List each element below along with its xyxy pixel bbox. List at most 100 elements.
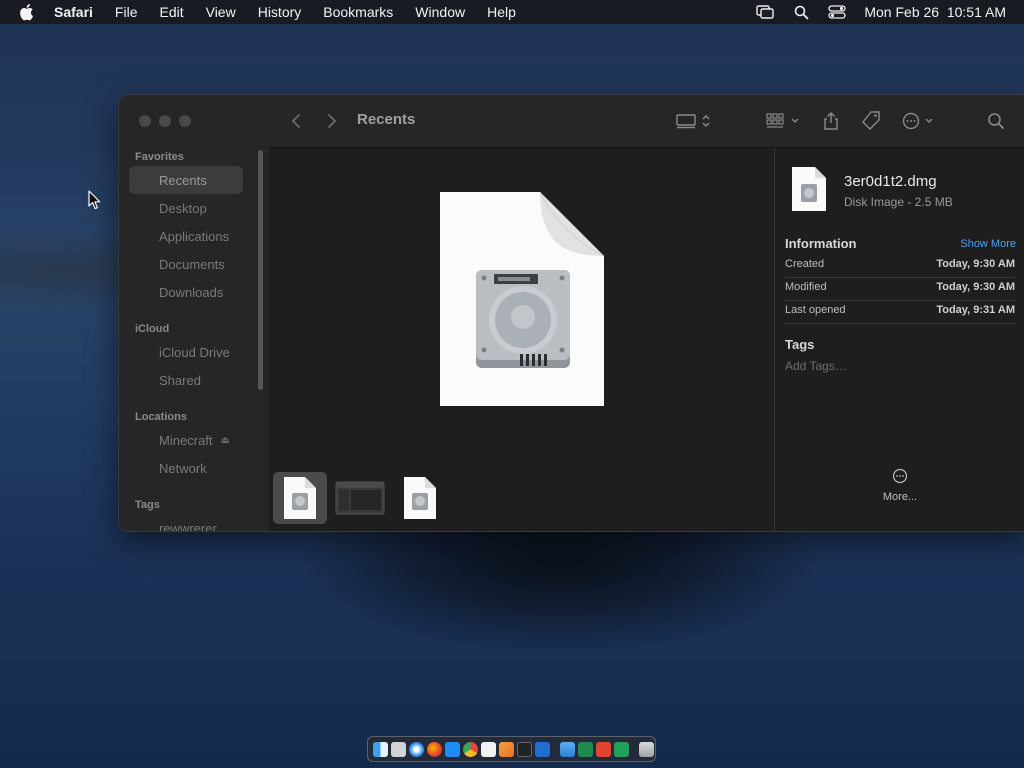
info-label: Modified [785,281,827,293]
view-mode-button[interactable] [675,109,715,133]
sidebar-item-label: rewwrerer [159,520,217,532]
disk-image-document-icon [440,191,605,406]
menu-help[interactable]: Help [487,4,516,20]
tag-icon [862,111,880,130]
grid-group-icon [766,113,799,128]
sidebar-section-locations: Locations [135,411,187,423]
file-name: 3er0d1t2.dmg [844,173,937,190]
control-center-icon[interactable] [828,3,847,21]
terminal-app-icon[interactable] [517,741,532,757]
share-button[interactable] [821,109,841,133]
sidebar-item-label: Documents [159,256,225,272]
sidebar-section-favorites: Favorites [135,151,184,163]
sidebar-scrollbar[interactable] [258,150,263,390]
disk-image-file-icon [404,477,436,519]
sidebar-item-label: iCloud Drive [159,344,230,360]
chevron-left-icon [292,114,300,128]
sidebar-item-desktop[interactable]: Desktop [129,194,243,222]
sidebar-item-tag[interactable]: rewwrerer [129,514,243,532]
gallery-view [269,148,774,531]
dock [367,736,656,762]
sidebar-item-shared[interactable]: Shared [129,366,243,394]
back-button[interactable] [287,109,305,133]
finder-window: Favorites Recents Desktop Applications D… [118,94,1024,532]
finder-app-icon[interactable] [373,741,388,757]
info-row-last-opened: Last opened Today, 9:31 AM [785,301,1015,324]
info-row-created: Created Today, 9:30 AM [785,255,1015,278]
file-kind: Disk Image - 2.5 MB [844,195,953,209]
menu-bookmarks[interactable]: Bookmarks [323,4,393,20]
info-row-modified: Modified Today, 9:30 AM [785,278,1015,301]
sidebar-section-icloud: iCloud [135,323,170,335]
thumbnail-item-selected[interactable] [273,472,327,524]
share-icon [824,112,838,130]
thumbnail-item[interactable] [333,472,387,524]
textedit-app-icon[interactable] [481,741,496,757]
chrome-app-icon[interactable] [463,741,478,757]
info-label: Last opened [785,304,846,316]
ellipsis-circle-icon [902,112,933,130]
window-controls [139,115,191,127]
safari-app-icon[interactable] [409,741,424,757]
eject-icon[interactable]: ⏏ [220,435,229,446]
search-button[interactable] [985,109,1007,133]
app-store-app-icon[interactable] [445,741,460,757]
info-value: Today, 9:31 AM [936,304,1015,316]
screen-mirroring-icon[interactable] [756,3,775,21]
menu-bar: Safari File Edit View History Bookmarks … [0,0,1024,24]
sidebar-item-label: Network [159,460,207,476]
disk-image-file-icon [284,477,316,519]
sidebar-item-label: Shared [159,372,201,388]
sidebar-item-downloads[interactable]: Downloads [129,278,243,306]
tags-button[interactable] [859,109,883,133]
more-button[interactable]: More... [875,468,925,503]
gallery-view-icon [676,114,710,129]
thumbnail-item[interactable] [393,472,447,524]
show-more-link[interactable]: Show More [960,238,1016,250]
minimize-window-button[interactable] [159,115,171,127]
forward-button[interactable] [323,109,341,133]
app-icon-red[interactable] [596,741,611,757]
spotlight-search-icon[interactable] [792,3,810,21]
vscode-app-icon[interactable] [535,741,550,757]
gallery-thumbnail-strip [273,472,447,524]
excel-file-icon[interactable] [578,741,593,757]
add-tags-field[interactable]: Add Tags… [785,359,847,373]
information-header: Information [785,236,857,251]
apple-menu-icon[interactable] [18,3,36,21]
sidebar-item-network[interactable]: Network [129,454,243,482]
downloads-folder-icon[interactable] [560,741,575,757]
menu-window[interactable]: Window [415,4,465,20]
finder-sidebar: Favorites Recents Desktop Applications D… [119,95,269,531]
tags-header: Tags [785,337,815,352]
close-window-button[interactable] [139,115,151,127]
menu-history[interactable]: History [258,4,302,20]
file-preview-large[interactable] [440,191,605,406]
action-menu-button[interactable] [901,109,939,133]
menu-bar-clock[interactable]: Mon Feb 26 10:51 AM [864,4,1006,20]
menu-edit[interactable]: Edit [159,4,183,20]
window-title: Recents [357,111,416,128]
zoom-window-button[interactable] [179,115,191,127]
trash-icon[interactable] [639,741,654,757]
sidebar-item-icloud-drive[interactable]: iCloud Drive [129,338,243,366]
sidebar-item-label: Recents [159,172,207,188]
search-icon [988,113,1004,129]
excel-file-icon[interactable] [614,741,629,757]
group-by-button[interactable] [765,109,805,133]
more-label: More... [882,491,918,503]
sidebar-item-recents[interactable]: Recents [129,166,243,194]
sidebar-item-label: Desktop [159,200,207,216]
sidebar-section-tags: Tags [135,499,160,511]
sidebar-item-documents[interactable]: Documents [129,250,243,278]
sidebar-item-applications[interactable]: Applications [129,222,243,250]
menu-view[interactable]: View [206,4,236,20]
menu-app-safari[interactable]: Safari [54,4,93,20]
firefox-app-icon[interactable] [427,741,442,757]
menu-file[interactable]: File [115,4,138,20]
pages-app-icon[interactable] [499,741,514,757]
info-label: Created [785,258,825,270]
sidebar-item-minecraft[interactable]: Minecraft ⏏ [129,426,243,454]
sidebar-item-label: Downloads [159,284,224,300]
launchpad-app-icon[interactable] [391,741,406,757]
